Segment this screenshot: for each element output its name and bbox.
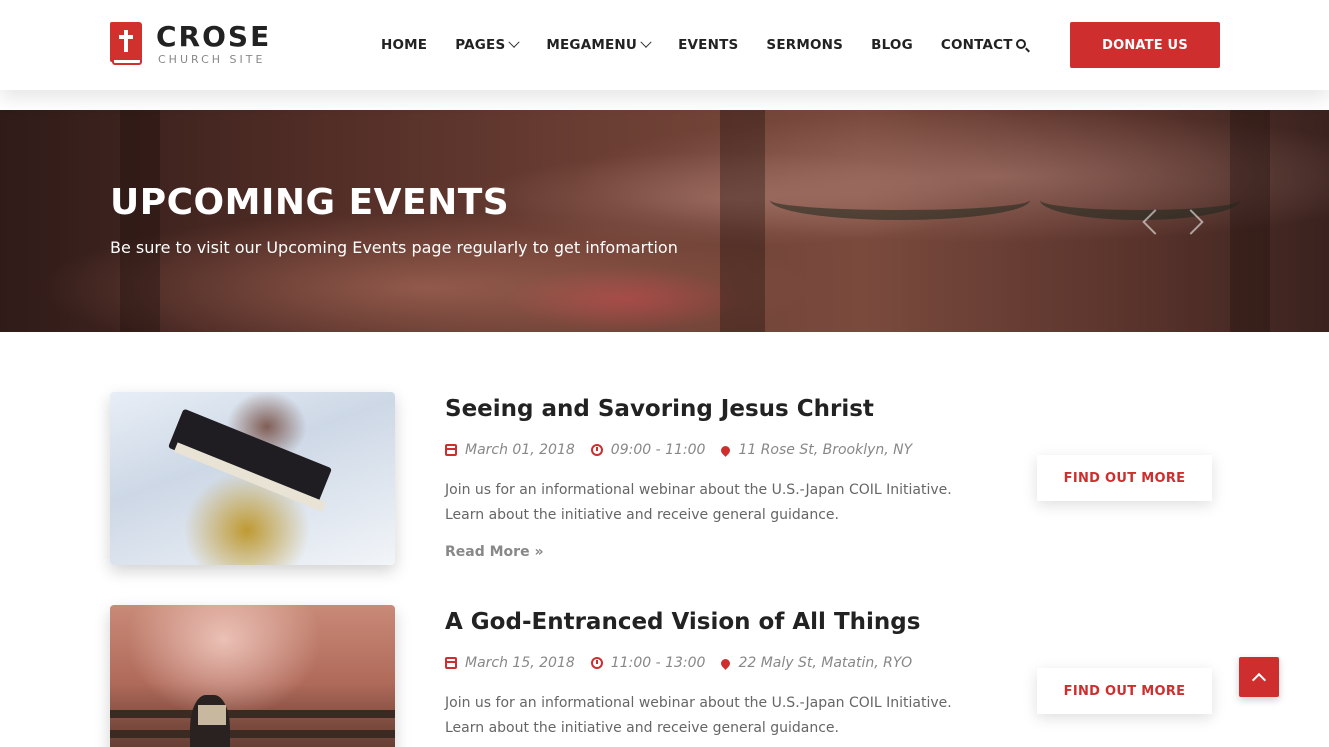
nav-item-label: CONTACT	[940, 37, 1013, 53]
clock-icon	[590, 444, 603, 456]
site-header: CROSE CHURCH SITE HOME PAGES MEGAMENU EV…	[0, 0, 1329, 90]
nav-item-contact[interactable]: CONTACT	[941, 37, 1013, 53]
hero-banner: UPCOMING EVENTS Be sure to visit our Upc…	[0, 110, 1329, 332]
donate-button[interactable]: DONATE US	[1070, 22, 1220, 68]
bible-cross-icon	[110, 22, 142, 66]
brand-tagline: CHURCH SITE	[158, 53, 266, 66]
chevron-up-icon	[1251, 672, 1267, 687]
page-subtitle: Be sure to visit our Upcoming Events pag…	[110, 238, 678, 257]
page-title: UPCOMING EVENTS	[110, 182, 510, 223]
event-title[interactable]: Seeing and Savoring Jesus Christ	[445, 396, 874, 422]
event-meta: March 15, 2018 11:00 - 13:00 22 Maly St,…	[445, 655, 928, 671]
calendar-icon	[445, 657, 457, 669]
event-time: 09:00 - 11:00	[610, 442, 706, 458]
hero-background	[1230, 110, 1270, 332]
event-date: March 01, 2018	[465, 442, 575, 458]
event-description: Join us for an informational webinar abo…	[445, 695, 952, 736]
hero-garland	[1040, 180, 1240, 220]
find-out-more-button[interactable]: FIND OUT MORE	[1037, 455, 1212, 501]
nav-item-events[interactable]: EVENTS	[678, 37, 738, 53]
event-description: Join us for an informational webinar abo…	[445, 482, 952, 523]
event-date: March 15, 2018	[465, 655, 575, 671]
event-time: 11:00 - 13:00	[610, 655, 706, 671]
clock-icon	[590, 657, 603, 669]
nav-item-pages[interactable]: PAGES	[455, 36, 521, 53]
calendar-icon	[445, 444, 457, 456]
nav-item-label: BLOG	[871, 37, 913, 53]
hero-garland	[770, 180, 1030, 220]
chevron-down-icon	[640, 36, 652, 48]
main-nav: HOME PAGES MEGAMENU EVENTS SERMONS BLOG …	[381, 36, 1041, 54]
site-logo[interactable]: CROSE CHURCH SITE	[110, 22, 271, 68]
event-location: 22 Maly St, Matatin, RYO	[738, 655, 913, 671]
nav-item-label: PAGES	[455, 37, 506, 53]
event-image[interactable]	[110, 392, 395, 565]
event-meta: March 01, 2018 09:00 - 11:00 11 Rose St,…	[445, 442, 928, 458]
nav-item-label: SERMONS	[766, 37, 844, 53]
nav-item-blog[interactable]: BLOG	[871, 37, 913, 53]
pew	[110, 710, 395, 718]
brand-name: CROSE	[156, 20, 272, 53]
search-icon[interactable]	[1016, 39, 1030, 53]
nav-item-label: MEGAMENU	[546, 37, 638, 53]
book	[198, 705, 226, 725]
map-pin-icon	[719, 656, 733, 670]
pew	[110, 730, 395, 738]
nav-item-label: HOME	[381, 37, 428, 53]
event-title[interactable]: A God-Entranced Vision of All Things	[445, 609, 920, 635]
find-out-more-button[interactable]: FIND OUT MORE	[1037, 668, 1212, 714]
nav-item-megamenu[interactable]: MEGAMENU	[546, 36, 652, 53]
nav-item-sermons[interactable]: SERMONS	[766, 37, 843, 53]
event-image[interactable]	[110, 605, 395, 747]
chevron-down-icon	[508, 36, 521, 48]
nav-item-home[interactable]: HOME	[381, 37, 427, 53]
map-pin-icon	[719, 443, 733, 457]
hero-background	[720, 110, 765, 332]
nav-item-label: EVENTS	[678, 37, 739, 53]
back-to-top-button[interactable]	[1239, 657, 1279, 697]
event-location: 11 Rose St, Brooklyn, NY	[738, 442, 913, 458]
read-more-link[interactable]: Read More »	[445, 544, 544, 560]
